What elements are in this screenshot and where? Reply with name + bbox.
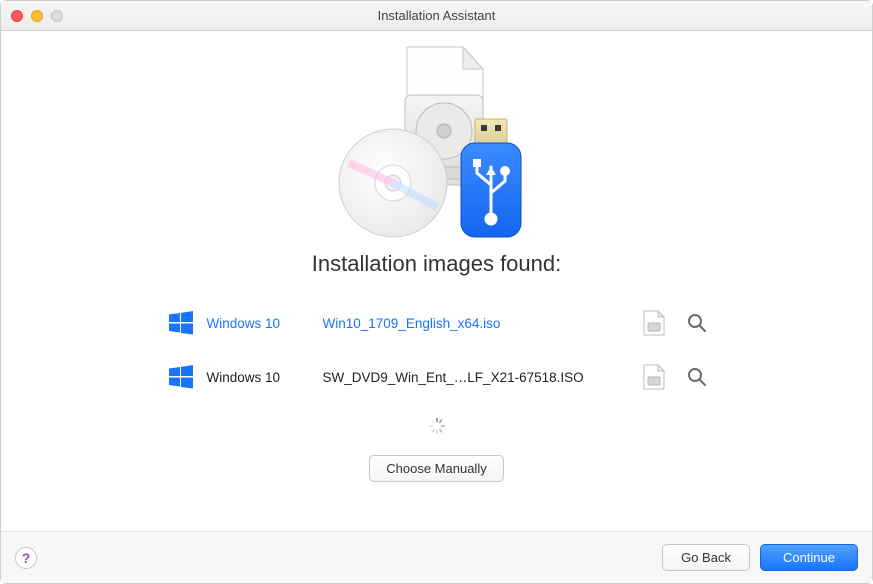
window-controls bbox=[11, 10, 63, 22]
iso-filename: SW_DVD9_Win_Ent_…LF_X21-67518.ISO bbox=[323, 370, 631, 385]
installation-image-row[interactable]: Windows 10 Win10_1709_English_x64.iso bbox=[167, 301, 707, 345]
iso-file-icon bbox=[643, 310, 665, 336]
go-back-button[interactable]: Go Back bbox=[662, 544, 750, 571]
zoom-window-button bbox=[51, 10, 63, 22]
main-content: Installation images found: Windows 10 Wi… bbox=[1, 31, 872, 531]
os-name: Windows 10 bbox=[207, 370, 311, 385]
continue-button[interactable]: Continue bbox=[760, 544, 858, 571]
windows-icon bbox=[167, 363, 195, 391]
reveal-in-finder-icon[interactable] bbox=[687, 367, 707, 387]
help-button[interactable]: ? bbox=[15, 547, 37, 569]
installation-image-row[interactable]: Windows 10 SW_DVD9_Win_Ent_…LF_X21-67518… bbox=[167, 355, 707, 399]
os-name: Windows 10 bbox=[207, 316, 311, 331]
close-window-button[interactable] bbox=[11, 10, 23, 22]
loading-spinner bbox=[428, 417, 446, 435]
installation-images-list: Windows 10 Win10_1709_English_x64.iso Wi… bbox=[167, 301, 707, 399]
windows-icon bbox=[167, 309, 195, 337]
window-title: Installation Assistant bbox=[1, 8, 872, 23]
iso-filename: Win10_1709_English_x64.iso bbox=[323, 316, 631, 331]
reveal-in-finder-icon[interactable] bbox=[687, 313, 707, 333]
footer-bar: ? Go Back Continue bbox=[1, 531, 872, 583]
window-titlebar: Installation Assistant bbox=[1, 1, 872, 31]
iso-file-icon bbox=[643, 364, 665, 390]
page-heading: Installation images found: bbox=[312, 251, 562, 277]
minimize-window-button[interactable] bbox=[31, 10, 43, 22]
choose-manually-button[interactable]: Choose Manually bbox=[369, 455, 503, 482]
installation-sources-illustration bbox=[307, 41, 567, 241]
